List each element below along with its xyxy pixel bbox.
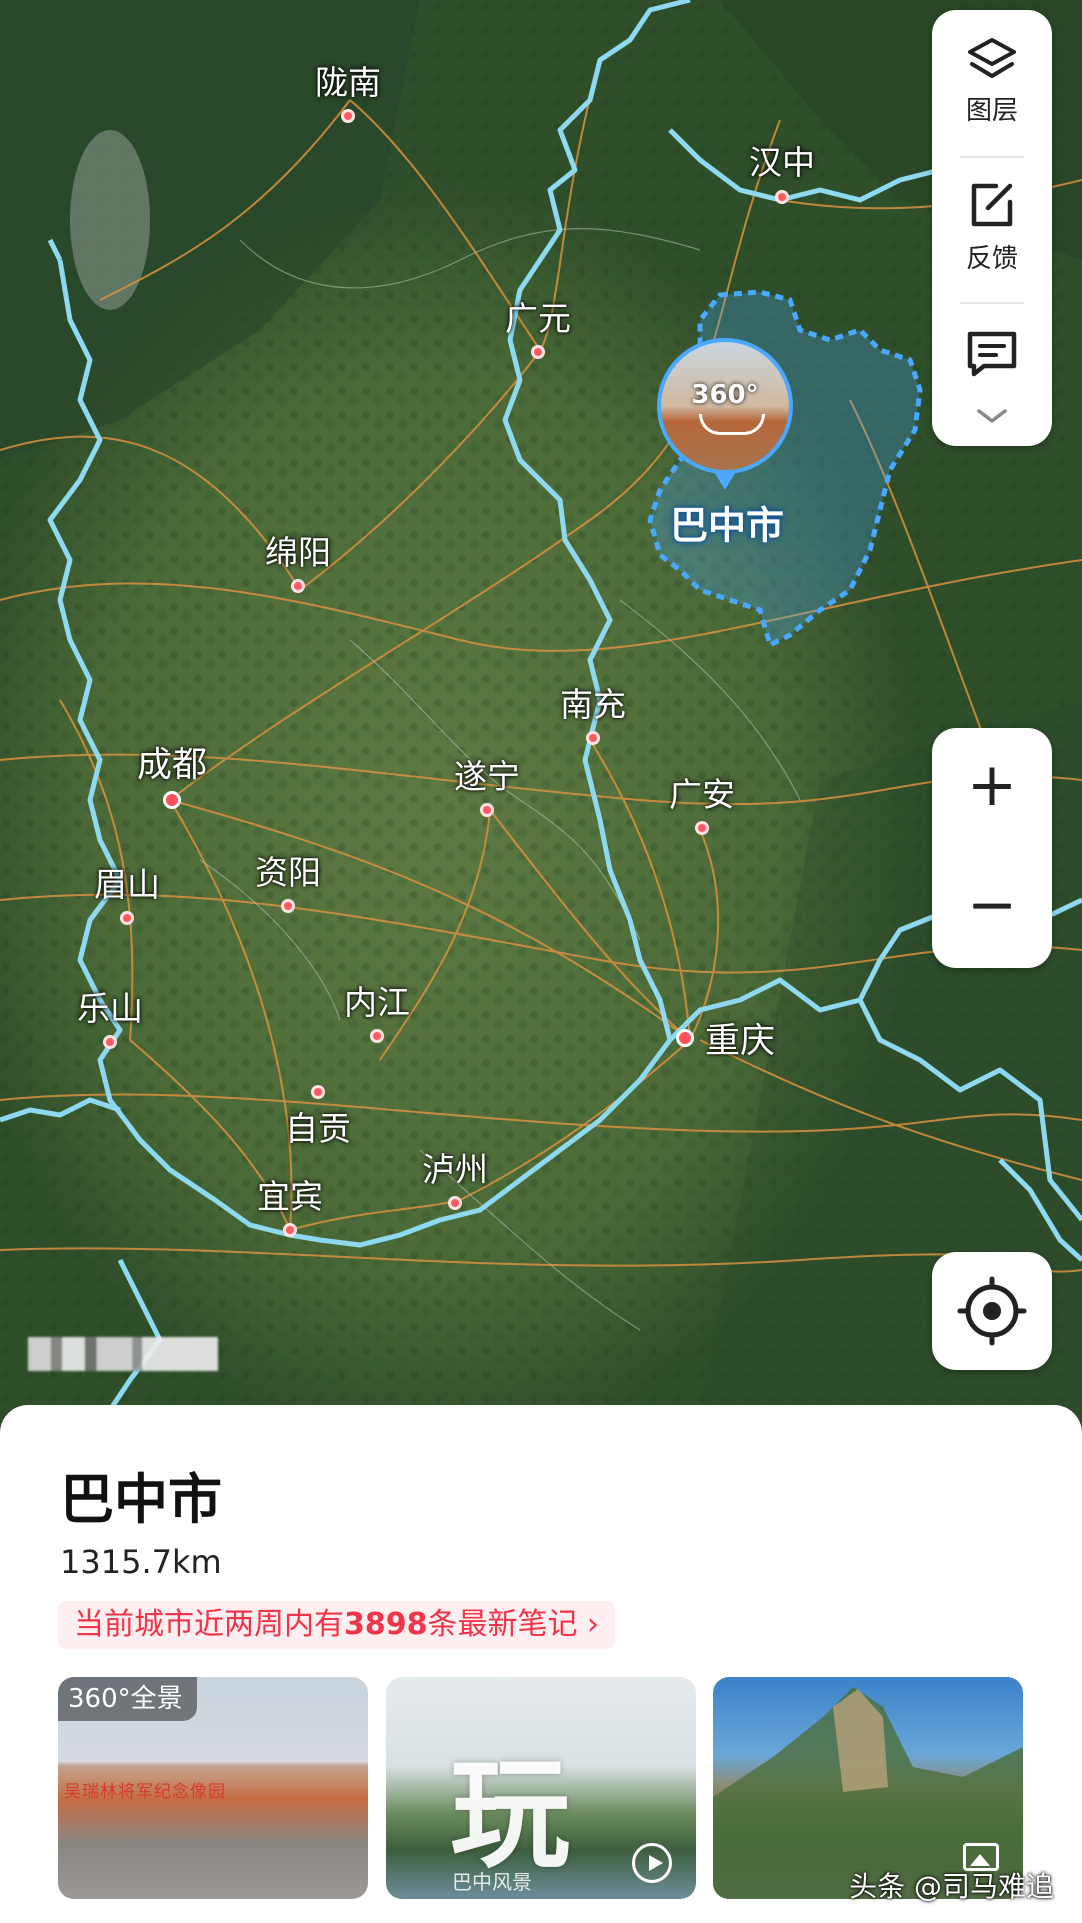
layers-label: 图层 bbox=[965, 96, 1018, 126]
map-scale-bar bbox=[28, 1337, 218, 1371]
map-toolbar: 图层 反馈 bbox=[932, 10, 1052, 446]
city-marker-hanzhong[interactable] bbox=[775, 190, 789, 204]
notes-prefix: 当前城市近两周内有 bbox=[74, 1607, 344, 1642]
city-marker-luzhou[interactable] bbox=[448, 1196, 462, 1210]
city-marker-yibin[interactable] bbox=[283, 1223, 297, 1237]
toolbar-divider bbox=[960, 302, 1024, 304]
monument-inscription: 吴瑞林将军纪念像园 bbox=[64, 1782, 226, 1802]
zoom-out-button[interactable]: − bbox=[932, 870, 1052, 940]
place-detail-sheet: 巴中市 1315.7km 当前城市近两周内有3898条最新笔记 › 360°全景… bbox=[0, 1405, 1082, 1923]
city-label-ziyang: 资阳 bbox=[255, 853, 321, 892]
satellite-basemap bbox=[0, 0, 1082, 1410]
notes-count: 3898 bbox=[344, 1607, 428, 1642]
city-marker-meishan[interactable] bbox=[120, 911, 134, 925]
zoom-control: + − bbox=[932, 728, 1052, 968]
expand-toolbar-button[interactable] bbox=[932, 406, 1052, 430]
city-label-mianyang: 绵阳 bbox=[265, 533, 331, 572]
panorama-360-label: 360° bbox=[691, 380, 759, 410]
play-icon bbox=[632, 1843, 672, 1883]
feedback-button[interactable]: 反馈 bbox=[932, 180, 1052, 275]
feedback-label: 反馈 bbox=[965, 244, 1018, 274]
notes-suffix: 条最新笔记 › bbox=[427, 1607, 600, 1642]
marker-pointer bbox=[713, 470, 737, 490]
crosshair-icon bbox=[957, 1276, 1027, 1346]
panorama-badge: 360°全景 bbox=[58, 1677, 197, 1721]
city-marker-nanchong[interactable] bbox=[586, 731, 600, 745]
place-title: 巴中市 bbox=[60, 1468, 222, 1531]
city-marker-zigong[interactable] bbox=[311, 1085, 325, 1099]
city-marker-guangan[interactable] bbox=[695, 821, 709, 835]
video-card[interactable]: 玩 巴中风景 bbox=[386, 1677, 696, 1899]
city-label-chongqing: 重庆 bbox=[704, 1021, 776, 1062]
city-label-longnan: 陇南 bbox=[315, 63, 381, 102]
city-label-chengdu: 成都 bbox=[136, 745, 208, 786]
city-marker-chongqing[interactable] bbox=[676, 1029, 694, 1047]
city-label-suining: 遂宁 bbox=[454, 757, 520, 796]
layers-icon bbox=[968, 38, 1016, 78]
city-label-guangyuan: 广元 bbox=[505, 299, 571, 338]
city-label-guangan: 广安 bbox=[669, 775, 735, 814]
city-label-zigong: 自贡 bbox=[285, 1109, 351, 1148]
city-label-nanchong: 南充 bbox=[560, 685, 626, 724]
city-marker-suining[interactable] bbox=[480, 803, 494, 817]
city-marker-ziyang[interactable] bbox=[281, 899, 295, 913]
city-label-neijiang: 内江 bbox=[344, 983, 410, 1022]
video-caption: 巴中风景 bbox=[452, 1870, 532, 1894]
city-marker-leshan[interactable] bbox=[103, 1035, 117, 1049]
watermark: 头条 @司马难追 bbox=[849, 1870, 1054, 1903]
city-marker-neijiang[interactable] bbox=[370, 1029, 384, 1043]
map-view[interactable]: 陇南 汉中 广元 绵阳 南充 成都 遂宁 广安 眉山 资阳 乐山 内江 重庆 自… bbox=[0, 0, 1082, 1410]
city-marker-mianyang[interactable] bbox=[291, 579, 305, 593]
zoom-in-button[interactable]: + bbox=[932, 750, 1052, 820]
comment-icon bbox=[967, 331, 1017, 377]
city-label-yibin: 宜宾 bbox=[257, 1177, 323, 1216]
comments-button[interactable] bbox=[932, 328, 1052, 384]
city-label-luzhou: 泸州 bbox=[422, 1150, 488, 1189]
city-label-hanzhong: 汉中 bbox=[749, 143, 815, 182]
city-label-leshan: 乐山 bbox=[77, 989, 143, 1028]
toolbar-divider bbox=[960, 156, 1024, 158]
city-label-meishan: 眉山 bbox=[94, 865, 160, 904]
city-marker-longnan[interactable] bbox=[341, 109, 355, 123]
chevron-down-icon bbox=[977, 409, 1007, 423]
video-title-overlay: 玩 bbox=[450, 1746, 570, 1885]
layers-button[interactable]: 图层 bbox=[932, 36, 1052, 127]
locate-me-button[interactable] bbox=[932, 1252, 1052, 1370]
latest-notes-link[interactable]: 当前城市近两周内有3898条最新笔记 › bbox=[58, 1601, 616, 1649]
edit-icon bbox=[971, 183, 1013, 227]
distance-text: 1315.7km bbox=[60, 1543, 222, 1581]
city-marker-chengdu[interactable] bbox=[163, 791, 181, 809]
photo-card-panorama[interactable]: 360°全景 吴瑞林将军纪念像园 bbox=[58, 1677, 368, 1899]
selected-region-label[interactable]: 巴中市 bbox=[670, 495, 784, 550]
city-marker-guangyuan[interactable] bbox=[531, 345, 545, 359]
rotate-arc-icon bbox=[699, 414, 765, 435]
panorama-thumbnail-marker[interactable]: 360° bbox=[657, 338, 793, 474]
